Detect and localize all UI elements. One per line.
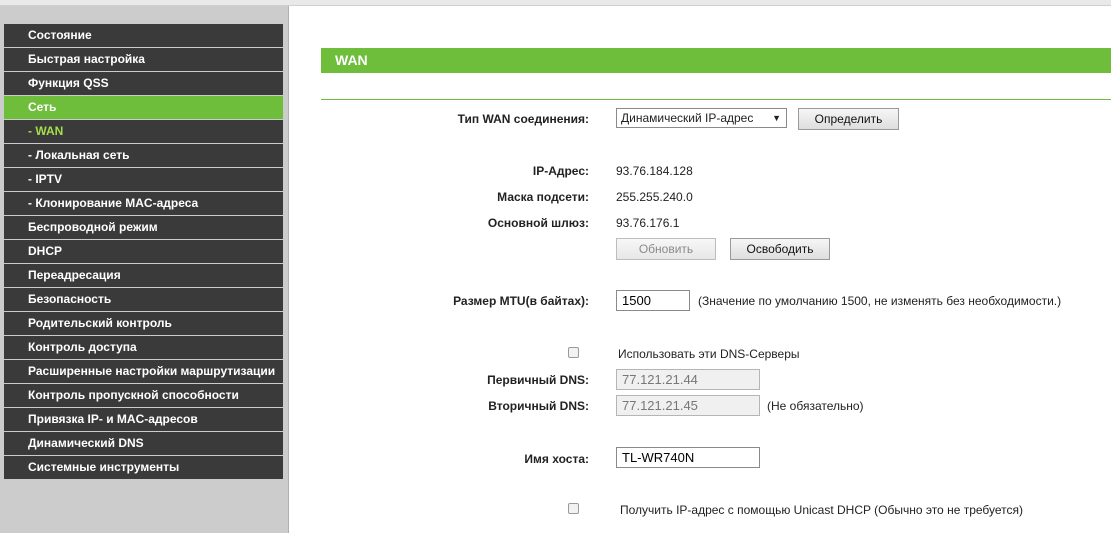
gateway-label: Основной шлюз:: [487, 216, 589, 230]
sidebar-item-network[interactable]: Сеть: [4, 96, 283, 119]
mask-label: Маска подсети:: [497, 190, 589, 204]
sidebar-item-lan[interactable]: - Локальная сеть: [4, 144, 283, 167]
sidebar-menu: Состояние Быстрая настройка Функция QSS …: [4, 24, 283, 480]
sidebar-item-access-control[interactable]: Контроль доступа: [4, 336, 283, 359]
mtu-note: (Значение по умолчанию 1500, не изменять…: [698, 294, 1062, 308]
sidebar-item-parental-control[interactable]: Родительский контроль: [4, 312, 283, 335]
mtu-label: Размер MTU(в байтах):: [453, 294, 589, 308]
sidebar-item-wan[interactable]: - WAN: [4, 120, 283, 143]
wan-type-label: Тип WAN соединения:: [457, 112, 589, 126]
secondary-dns-label: Вторичный DNS:: [488, 399, 589, 413]
sidebar-item-system-tools[interactable]: Системные инструменты: [4, 456, 283, 479]
hostname-label: Имя хоста:: [524, 452, 589, 466]
title-divider: [321, 99, 1111, 100]
gateway-value: 93.76.176.1: [616, 216, 680, 230]
sidebar-item-wireless[interactable]: Беспроводной режим: [4, 216, 283, 239]
sidebar-item-dhcp[interactable]: DHCP: [4, 240, 283, 263]
sidebar-item-advanced-routing[interactable]: Расширенные настройки маршрутизации: [4, 360, 283, 383]
ip-label: IP-Адрес:: [532, 164, 589, 178]
mask-value: 255.255.240.0: [616, 190, 693, 204]
dropdown-arrow-icon: ▼: [772, 113, 781, 123]
sidebar-item-status[interactable]: Состояние: [4, 24, 283, 47]
wan-type-select[interactable]: Динамический IP-адрес ▼: [616, 108, 787, 128]
wan-type-value: Динамический IP-адрес: [621, 111, 754, 125]
sidebar-item-qss[interactable]: Функция QSS: [4, 72, 283, 95]
main-panel: WAN Тип WAN соединения: Динамический IP-…: [289, 6, 1111, 533]
sidebar-item-forwarding[interactable]: Переадресация: [4, 264, 283, 287]
primary-dns-label: Первичный DNS:: [487, 373, 589, 387]
use-dns-label: Использовать эти DNS-Серверы: [618, 347, 800, 361]
primary-dns-input[interactable]: [616, 369, 760, 390]
sidebar-item-security[interactable]: Безопасность: [4, 288, 283, 311]
renew-button[interactable]: Обновить: [616, 238, 716, 260]
sidebar-item-ip-mac-binding[interactable]: Привязка IP- и MAC-адресов: [4, 408, 283, 431]
use-dns-checkbox[interactable]: [568, 347, 579, 358]
mtu-input[interactable]: [616, 290, 690, 311]
page-title: WAN: [321, 48, 1111, 73]
sidebar-item-bandwidth-control[interactable]: Контроль пропускной способности: [4, 384, 283, 407]
detect-button[interactable]: Определить: [798, 108, 899, 130]
sidebar-item-mac-clone[interactable]: - Клонирование MAC-адреса: [4, 192, 283, 215]
ip-value: 93.76.184.128: [616, 164, 693, 178]
unicast-dhcp-checkbox[interactable]: [568, 503, 579, 514]
release-button[interactable]: Освободить: [730, 238, 830, 260]
sidebar-item-quick-setup[interactable]: Быстрая настройка: [4, 48, 283, 71]
sidebar-item-ddns[interactable]: Динамический DNS: [4, 432, 283, 455]
sidebar: Состояние Быстрая настройка Функция QSS …: [0, 6, 289, 533]
unicast-dhcp-label: Получить IP-адрес с помощью Unicast DHCP…: [620, 503, 1024, 517]
hostname-input[interactable]: [616, 447, 760, 468]
secondary-dns-note: (Не обязательно): [767, 399, 864, 413]
secondary-dns-input[interactable]: [616, 395, 760, 416]
sidebar-item-iptv[interactable]: - IPTV: [4, 168, 283, 191]
